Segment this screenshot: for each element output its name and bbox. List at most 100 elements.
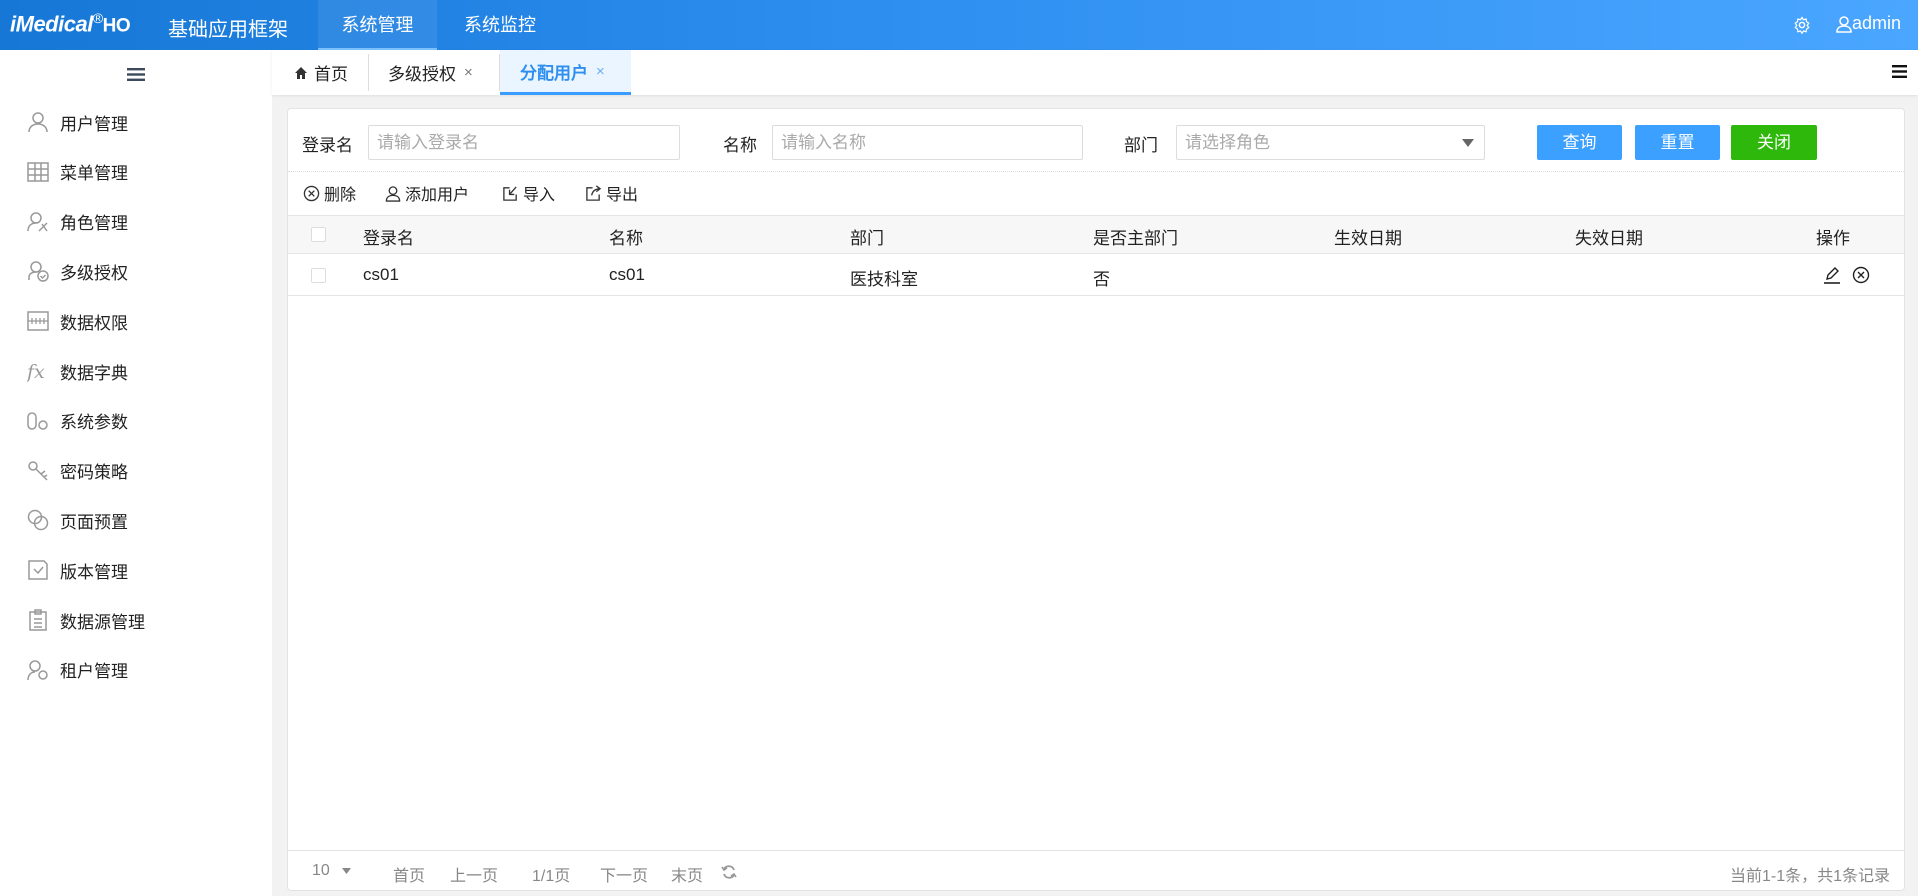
prev-page-button[interactable]: 上一页 (450, 862, 498, 886)
import-icon (503, 185, 517, 201)
reset-button[interactable]: 重置 (1635, 125, 1720, 160)
import-button[interactable]: 导入 (502, 181, 555, 205)
sidebar-item[interactable]: 系统参数 (0, 399, 272, 443)
column-header[interactable]: 登录名 (363, 224, 414, 249)
sidebar-item[interactable]: 角色管理 (0, 200, 272, 244)
user-icon (1836, 15, 1852, 33)
column-header[interactable]: 部门 (850, 224, 884, 249)
sidebar-item[interactable]: 页面预置 (0, 498, 272, 542)
cell-name: cs01 (609, 265, 645, 284)
cell-dept: 医技科室 (850, 270, 918, 289)
app-title: 基础应用框架 (168, 19, 288, 41)
tenant-icon (27, 660, 48, 680)
sidebar-item[interactable]: 用户管理 (0, 100, 272, 144)
caret-down-icon (341, 868, 351, 874)
sidebar: 用户管理菜单管理角色管理多级授权数据权限 fx 数据字典系统参数密码策略页面预置版本… (0, 50, 272, 896)
nav-system-management[interactable]: 系统管理 (318, 0, 437, 50)
dept-select[interactable]: 请选择角色 (1176, 125, 1485, 160)
next-page-button[interactable]: 下一页 (600, 862, 648, 886)
tab-menu-icon[interactable] (1892, 65, 1907, 78)
gear-icon[interactable] (1793, 16, 1811, 34)
sidebar-item-label: 密码策略 (60, 463, 128, 483)
login-label: 登录名 (302, 136, 353, 155)
nav-system-monitor[interactable]: 系统监控 (450, 0, 550, 50)
refresh-icon[interactable] (721, 864, 737, 880)
delete-button[interactable]: 删除 (303, 181, 356, 205)
version-icon (28, 560, 48, 580)
sidebar-item[interactable]: 版本管理 (0, 548, 272, 592)
row-checkbox[interactable] (311, 268, 326, 283)
add-user-label: 添加用户 (405, 187, 470, 204)
sidebar-item[interactable]: fx 数据字典 (0, 349, 272, 393)
close-button[interactable]: 关闭 (1731, 125, 1817, 160)
delete-row-icon[interactable] (1852, 266, 1870, 284)
delete-label: 删除 (324, 187, 357, 204)
column-header[interactable]: 是否主部门 (1093, 224, 1178, 249)
edit-icon[interactable] (1823, 266, 1841, 284)
sidebar-item[interactable]: 租户管理 (0, 648, 272, 692)
tab-home[interactable]: 首页 (294, 50, 348, 95)
page-size-select[interactable]: 10 (312, 862, 351, 880)
login-input[interactable]: 请输入登录名 (368, 125, 680, 160)
cell-primary: 否 (1093, 270, 1110, 289)
user-icon (385, 185, 401, 202)
sidebar-item-label: 用户管理 (60, 114, 128, 134)
sidebar-item-label: 数据源管理 (60, 612, 145, 632)
user-icon (28, 112, 48, 133)
cell-login: cs01 (363, 265, 399, 284)
name-label: 名称 (723, 136, 757, 155)
sidebar-item-label: 版本管理 (60, 562, 128, 582)
params-icon (27, 412, 48, 430)
export-button[interactable]: 导出 (585, 181, 638, 205)
svg-text:fx: fx (27, 361, 45, 382)
tab-label: 分配用户 (520, 63, 588, 83)
home-icon (295, 66, 307, 79)
key-icon (28, 460, 48, 481)
username: admin (1852, 13, 1902, 33)
role-icon (27, 211, 48, 232)
sidebar-item-label: 租户管理 (60, 662, 128, 682)
top-header: iMedical®HO 基础应用框架 系统管理 系统监控 admin (0, 0, 1918, 50)
sidebar-item[interactable]: 数据源管理 (0, 598, 272, 642)
query-button[interactable]: 查询 (1537, 125, 1622, 160)
close-icon[interactable]: × (596, 63, 605, 80)
close-icon[interactable]: × (464, 64, 473, 81)
last-page-button[interactable]: 末页 (671, 862, 703, 886)
first-page-button[interactable]: 首页 (393, 862, 425, 886)
column-header[interactable]: 失效日期 (1575, 224, 1643, 249)
sidebar-item-label: 数据字典 (60, 363, 128, 383)
tab-bar: 首页 多级授权 × 分配用户 × (272, 50, 1918, 95)
export-icon (586, 184, 602, 201)
export-label: 导出 (606, 187, 639, 204)
sidebar-item-label: 数据权限 (60, 313, 128, 333)
column-header[interactable]: 操作 (1816, 224, 1850, 249)
divider (288, 171, 1904, 172)
tab-multilevel-auth[interactable]: 多级授权 × (388, 50, 473, 95)
dept-select-value: 请选择角色 (1185, 133, 1270, 152)
page-indicator: 1/1页 (532, 868, 571, 885)
sidebar-item-label: 多级授权 (60, 263, 128, 283)
data-permission-icon (27, 311, 49, 331)
select-all-checkbox[interactable] (311, 227, 326, 242)
sidebar-item-label: 系统参数 (60, 413, 128, 433)
tab-assign-users[interactable]: 分配用户 × (500, 50, 631, 95)
sidebar-item[interactable]: 菜单管理 (0, 150, 272, 194)
import-label: 导入 (523, 187, 556, 204)
clipboard-icon (29, 609, 47, 631)
sidebar-item[interactable]: 多级授权 (0, 249, 272, 293)
add-user-button[interactable]: 添加用户 (385, 181, 469, 205)
sidebar-item-label: 角色管理 (60, 214, 128, 234)
column-header[interactable]: 名称 (609, 224, 643, 249)
pager-divider (288, 850, 1904, 851)
user-menu[interactable]: admin (1836, 13, 1901, 34)
sidebar-item[interactable]: 密码策略 (0, 449, 272, 493)
dept-label: 部门 (1124, 136, 1158, 155)
sidebar-item-label: 菜单管理 (60, 164, 128, 184)
menu-toggle-icon[interactable] (127, 67, 145, 82)
caret-down-icon (1462, 139, 1474, 147)
column-header[interactable]: 生效日期 (1334, 224, 1402, 249)
delete-circle-icon (303, 185, 320, 201)
sidebar-item[interactable]: 数据权限 (0, 299, 272, 343)
name-input[interactable]: 请输入名称 (772, 125, 1083, 160)
pager-summary: 当前1-1条，共1条记录 (1729, 868, 1890, 885)
